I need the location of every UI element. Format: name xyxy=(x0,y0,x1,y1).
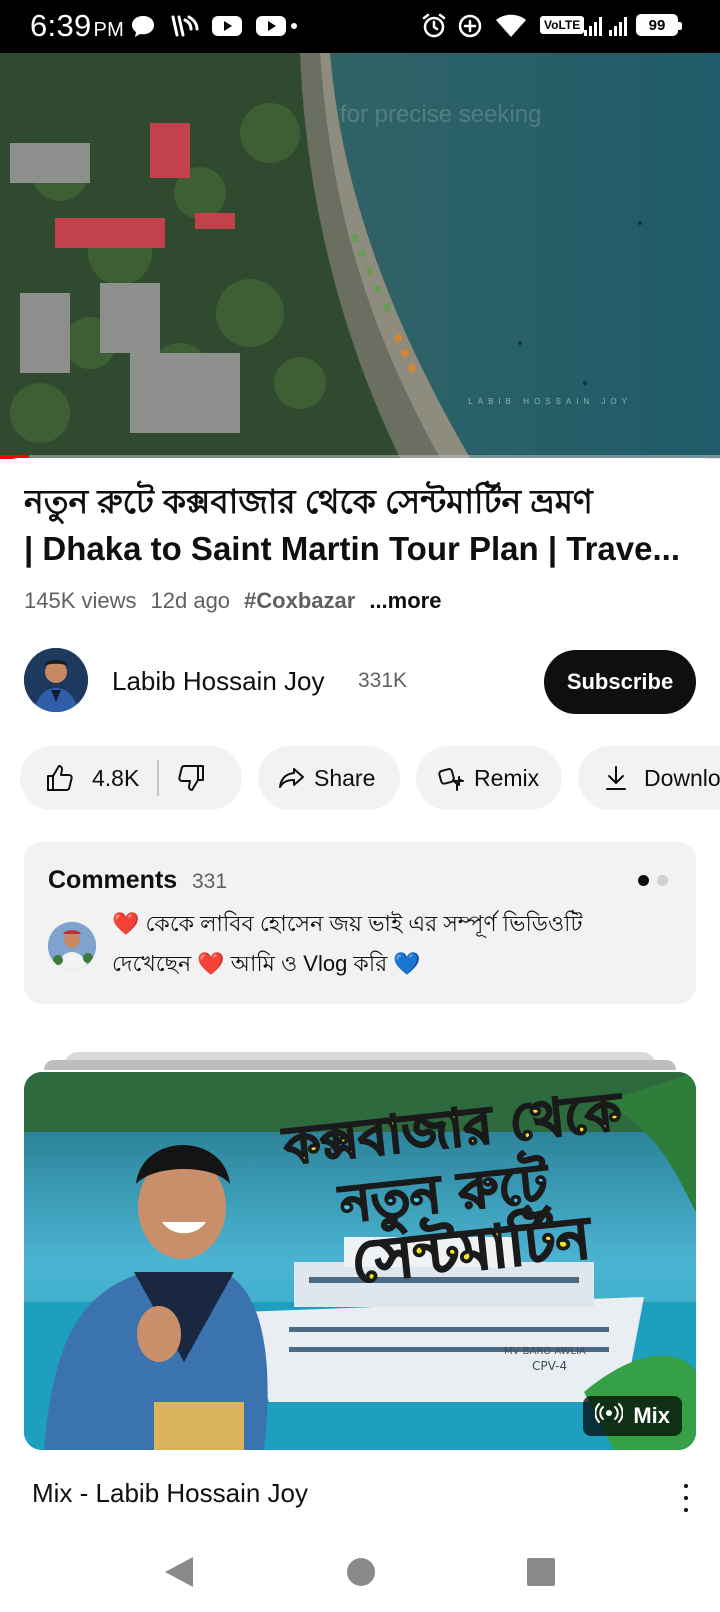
channel-row[interactable]: Labib Hossain Joy 331K Subscribe xyxy=(24,648,696,716)
action-bar: 4.8K Share Remix Download xyxy=(20,746,720,810)
back-nav-icon[interactable] xyxy=(154,1550,204,1594)
comments-card[interactable]: Comments 331 ❤️ কেকে লাবিব হোসেন জয় ভাই… xyxy=(24,842,696,1004)
chat-bubble-icon xyxy=(128,12,158,40)
video-player[interactable]: for precise seeking LABIB HOSSAIN JOY xyxy=(0,53,720,458)
ship-code-text: CPV-4 xyxy=(532,1359,567,1373)
mix-badge-label: Mix xyxy=(633,1403,670,1428)
video-watermark: LABIB HOSSAIN JOY xyxy=(468,397,632,406)
commenter-avatar xyxy=(48,922,96,970)
mix-thumbnail[interactable]: কক্সবাজার থেকে নতুন রুটে সেন্টমার্টিন MV… xyxy=(24,1072,696,1450)
video-title[interactable]: নতুন রুটে কক্সবাজার থেকে সেন্টমার্টিন ভ্… xyxy=(24,478,704,572)
share-icon xyxy=(274,760,310,796)
system-nav-bar xyxy=(0,1532,720,1612)
subscribe-button[interactable]: Subscribe xyxy=(544,650,696,714)
seek-hint-text: for precise seeking xyxy=(340,101,542,128)
home-nav-icon[interactable] xyxy=(336,1550,386,1594)
status-time: 6:39 PM xyxy=(30,8,124,44)
video-title-line-2: | Dhaka to Saint Martin Tour Plan | Trav… xyxy=(24,530,680,567)
carousel-dot-active xyxy=(638,875,649,886)
more-link[interactable]: ...more xyxy=(369,588,441,614)
wifi-icon xyxy=(494,12,528,40)
remix-label: Remix xyxy=(474,764,540,791)
hashtag-link[interactable]: #Coxbazar xyxy=(244,588,355,614)
youtube-dot-icon xyxy=(254,12,300,40)
status-bar: 6:39 PM VoLTE 99 xyxy=(0,0,720,53)
recents-nav-icon[interactable] xyxy=(516,1550,566,1594)
video-meta[interactable]: 145K views 12d ago #Coxbazar ...more xyxy=(24,588,441,614)
pinned-comment-line-1: ❤️ কেকে লাবিব হোসেন জয় ভাই এর সম্পূর্ণ … xyxy=(112,911,583,936)
status-time-value: 6:39 xyxy=(30,8,92,43)
download-label: Download xyxy=(644,764,720,791)
video-title-line-1: নতুন রুটে কক্সবাজার থেকে সেন্টমার্টিন ভ্… xyxy=(24,483,593,520)
youtube-icon xyxy=(210,12,244,40)
mix-thumbnail-text-art: কক্সবাজার থেকে নতুন রুটে সেন্টমার্টিন MV… xyxy=(278,1081,627,1373)
channel-name[interactable]: Labib Hossain Joy xyxy=(112,666,324,697)
status-time-ampm: PM xyxy=(93,19,125,41)
comments-count: 331 xyxy=(192,870,228,893)
like-icon[interactable] xyxy=(42,760,78,796)
like-divider xyxy=(157,760,159,796)
remix-button[interactable]: Remix xyxy=(416,746,562,810)
dislike-icon[interactable] xyxy=(173,760,209,796)
download-button[interactable]: Download xyxy=(578,746,720,810)
signal-icon xyxy=(582,12,632,40)
mix-title[interactable]: Mix - Labib Hossain Joy xyxy=(32,1478,308,1509)
more-options-icon[interactable] xyxy=(676,1480,696,1516)
share-button[interactable]: Share xyxy=(258,746,400,810)
carousel-dot xyxy=(657,875,668,886)
data-saver-icon xyxy=(456,12,484,40)
pinned-comment-line-2: দেখেছেন ❤️ আমি ও Vlog করি 💙 xyxy=(112,951,421,976)
mix-radio-icon xyxy=(594,1403,624,1429)
ship-name-text: MV BARO AWLIA xyxy=(504,1346,586,1357)
subscriber-count: 331K xyxy=(358,669,408,692)
share-label: Share xyxy=(314,764,376,791)
mix-badge: Mix xyxy=(583,1396,682,1436)
alarm-icon xyxy=(420,12,448,40)
comments-title: Comments xyxy=(48,866,178,894)
remix-icon xyxy=(432,760,468,796)
volte-badge: VoLTE xyxy=(540,16,585,34)
like-count[interactable]: 4.8K xyxy=(92,765,139,792)
mix-stack-edge-front xyxy=(44,1060,676,1070)
wifi-calling-icon xyxy=(168,12,200,40)
view-count: 145K views xyxy=(24,588,137,613)
upload-age: 12d ago xyxy=(150,588,231,613)
battery-indicator: 99 xyxy=(636,14,682,36)
carousel-dots xyxy=(638,875,668,886)
download-icon xyxy=(598,760,634,796)
pinned-comment-text: ❤️ কেকে লাবিব হোসেন জয় ভাই এর সম্পূর্ণ … xyxy=(112,904,672,984)
like-dislike-pill: 4.8K xyxy=(20,746,242,810)
channel-avatar[interactable] xyxy=(24,648,88,712)
